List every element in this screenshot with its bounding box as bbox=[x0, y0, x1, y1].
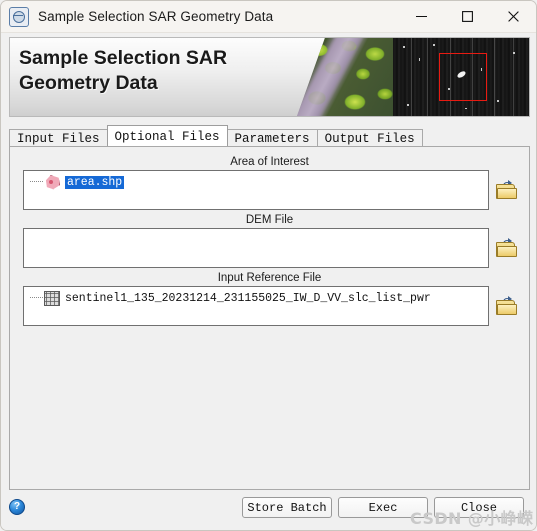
list-item[interactable]: sentinel1_135_20231214_231155025_IW_D_VV… bbox=[30, 290, 488, 306]
header-banner: Sample Selection SAR Geometry Data bbox=[9, 37, 530, 117]
dem-file-label: DEM File bbox=[245, 214, 294, 226]
tree-connector-icon bbox=[30, 181, 43, 183]
area-of-interest-label: Area of Interest bbox=[230, 156, 309, 168]
close-icon[interactable] bbox=[490, 1, 536, 32]
sar-highlight-box bbox=[439, 53, 487, 101]
group-dem-file: DEM File bbox=[10, 213, 529, 268]
tree-connector-icon bbox=[30, 297, 43, 299]
tab-output-files[interactable]: Output Files bbox=[316, 129, 423, 146]
tab-bar: Input Files Optional Files Parameters Ou… bbox=[9, 125, 530, 146]
open-folder-icon bbox=[496, 180, 517, 199]
input-reference-file-label: Input Reference File bbox=[217, 272, 322, 284]
app-window: Sample Selection SAR Geometry Data Sampl… bbox=[0, 0, 537, 531]
sar-globe-icon bbox=[9, 6, 29, 27]
input-reference-file-list[interactable]: sentinel1_135_20231214_231155025_IW_D_VV… bbox=[23, 286, 489, 326]
area-of-interest-value[interactable]: area.shp bbox=[65, 175, 125, 189]
title-bar: Sample Selection SAR Geometry Data bbox=[1, 1, 536, 33]
banner-images bbox=[297, 38, 529, 116]
group-area-of-interest: Area of Interest area.shp bbox=[10, 155, 529, 210]
tab-optional-files[interactable]: Optional Files bbox=[106, 125, 228, 146]
minimize-icon[interactable] bbox=[398, 1, 444, 32]
dem-file-list[interactable] bbox=[23, 228, 489, 268]
tab-parameters[interactable]: Parameters bbox=[226, 129, 318, 146]
window-title: Sample Selection SAR Geometry Data bbox=[38, 9, 274, 24]
optional-files-panel: Area of Interest area.shp DEM File Input… bbox=[9, 146, 530, 490]
banner-heading: Sample Selection SAR Geometry Data bbox=[19, 47, 228, 94]
dem-file-value bbox=[30, 232, 488, 248]
tab-input-files[interactable]: Input Files bbox=[9, 129, 108, 146]
aerial-optical-image bbox=[297, 38, 393, 116]
help-question-icon[interactable]: ? bbox=[9, 499, 25, 515]
polygon-shapefile-icon bbox=[45, 175, 60, 190]
store-batch-button[interactable]: Store Batch bbox=[242, 497, 332, 518]
maximize-icon[interactable] bbox=[444, 1, 490, 32]
open-folder-icon bbox=[496, 296, 517, 315]
browse-input-reference-file-button[interactable] bbox=[495, 295, 518, 317]
close-button[interactable]: Close bbox=[434, 497, 524, 518]
list-item[interactable]: area.shp bbox=[30, 174, 488, 190]
browse-dem-file-button[interactable] bbox=[495, 237, 518, 259]
window-controls bbox=[398, 1, 536, 32]
raster-grid-icon bbox=[44, 290, 60, 306]
browse-area-of-interest-button[interactable] bbox=[495, 179, 518, 201]
footer-bar: ? Store Batch Exec Close bbox=[1, 490, 536, 530]
exec-button[interactable]: Exec bbox=[338, 497, 428, 518]
sar-amplitude-image bbox=[393, 38, 529, 116]
group-input-reference-file: Input Reference File sentinel1_135_20231… bbox=[10, 271, 529, 326]
open-folder-icon bbox=[496, 238, 517, 257]
area-of-interest-list[interactable]: area.shp bbox=[23, 170, 489, 210]
input-reference-file-value[interactable]: sentinel1_135_20231214_231155025_IW_D_VV… bbox=[65, 292, 431, 305]
